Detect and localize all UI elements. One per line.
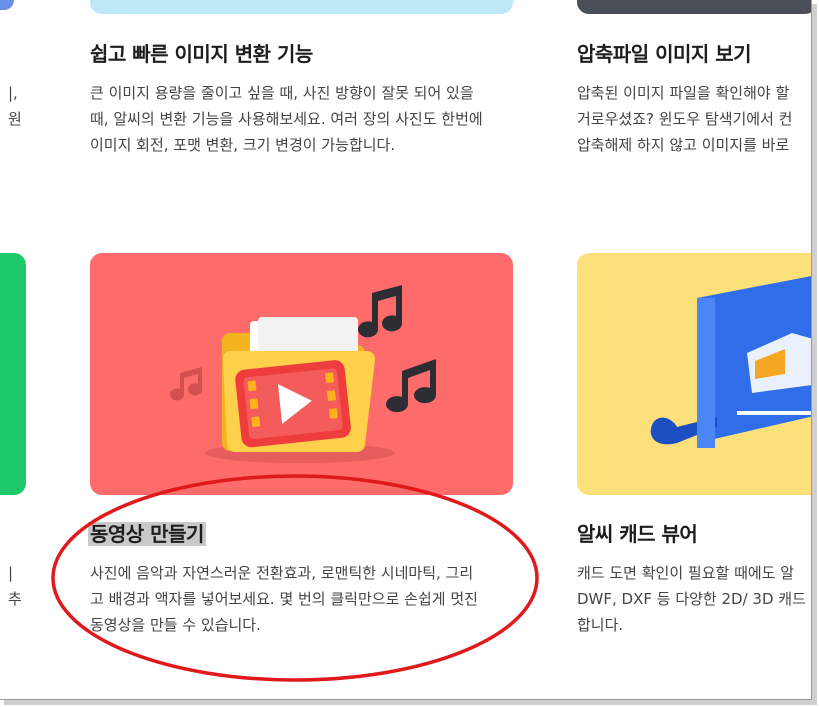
page-viewport: |, 원 쉽고 빠른 이미지 변환 기능 큰 이미지 용량을 줄이고 싶을 때,… (0, 0, 811, 699)
annotation-ellipse (51, 474, 539, 682)
frame-shadow-right (812, 4, 817, 704)
frame-shadow-bottom (4, 700, 817, 705)
